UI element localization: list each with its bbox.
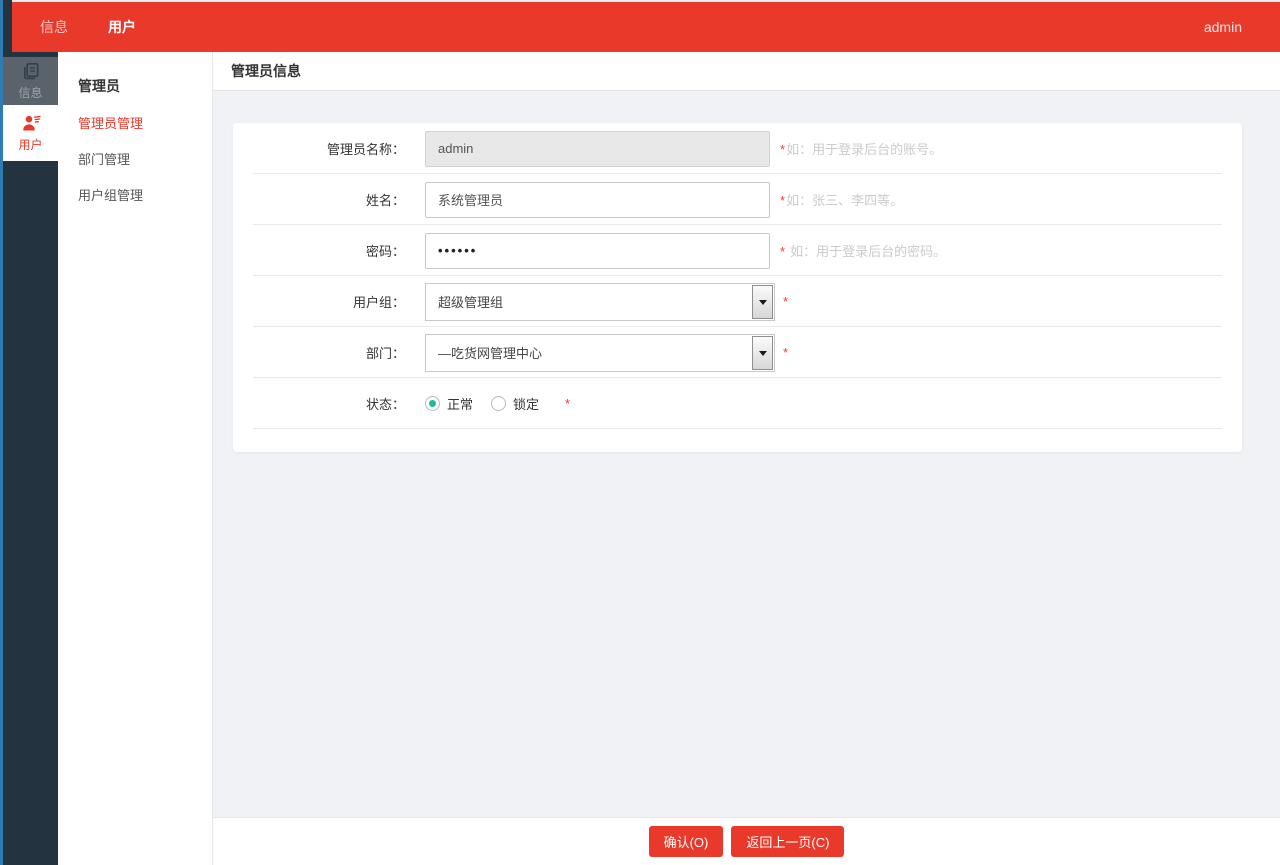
required-asterisk: * [780, 244, 785, 259]
radio-status-locked-label[interactable]: 锁定 [513, 394, 539, 413]
page-title: 管理员信息 [213, 52, 1280, 91]
required-asterisk: * [780, 142, 785, 157]
form-row-admin-name: 管理员名称： *如：用于登录后台的账号。 [233, 123, 1242, 174]
admin-name-hint: *如：用于登录后台的账号。 [780, 139, 942, 158]
required-asterisk: * [783, 294, 788, 309]
submenu-sidebar: 管理员 管理员管理 部门管理 用户组管理 [58, 52, 213, 865]
sidebar-rail: 信息 用户 [0, 0, 58, 865]
topbar: 信息 用户 admin [12, 0, 1280, 52]
department-select[interactable]: —吃货网管理中心 [425, 334, 775, 372]
admin-info-form-card: 管理员名称： *如：用于登录后台的账号。 姓名： *如：张三、李四等。 密码： … [233, 123, 1242, 452]
sidebar-item-label: 用户 [18, 136, 42, 153]
user-group-selected-value: 超级管理组 [426, 292, 503, 311]
main-panel: 管理员信息 管理员名称： *如：用于登录后台的账号。 姓名： *如：张三、李四等… [213, 52, 1280, 865]
real-name-hint: *如：张三、李四等。 [780, 190, 903, 209]
dropdown-arrow-icon[interactable] [752, 336, 773, 370]
dropdown-arrow-icon[interactable] [752, 285, 773, 319]
form-footer-bar: 确认(O) 返回上一页(C) [213, 817, 1280, 865]
content-area: 管理员名称： *如：用于登录后台的账号。 姓名： *如：张三、李四等。 密码： … [213, 91, 1280, 817]
password-field[interactable] [425, 233, 770, 269]
topbar-nav: 信息 用户 [12, 2, 1280, 52]
form-row-password: 密码： * 如：用于登录后台的密码。 [233, 225, 1242, 276]
sidebar-item-info[interactable]: 信息 [3, 57, 58, 105]
submenu-item-admin-manage[interactable]: 管理员管理 [78, 113, 212, 132]
topbar-tab-info[interactable]: 信息 [40, 17, 68, 37]
radio-status-normal-label[interactable]: 正常 [447, 394, 473, 413]
user-group-label: 用户组： [233, 292, 425, 311]
status-radio-group: 正常 锁定 [425, 394, 557, 413]
hint-text: 如：用于登录后台的账号。 [786, 142, 942, 157]
form-row-user-group: 用户组： 超级管理组 * [233, 276, 1242, 327]
sidebar-rail-items: 信息 用户 [3, 57, 58, 161]
user-icon [20, 113, 42, 133]
window-left-edge [0, 0, 3, 865]
department-label: 部门： [233, 343, 425, 362]
form-row-real-name: 姓名： *如：张三、李四等。 [233, 174, 1242, 225]
admin-name-field [425, 131, 770, 167]
app-root: 信息 用户 信息 用户 admin 管理员 管理员管理 部门管理 用户组管理 [0, 0, 1280, 865]
sidebar-item-label: 信息 [18, 84, 42, 101]
required-asterisk: * [780, 193, 785, 208]
password-hint: * 如：用于登录后台的密码。 [780, 241, 946, 260]
copy-icon [21, 61, 41, 81]
department-selected-value: —吃货网管理中心 [426, 343, 542, 362]
password-label: 密码： [233, 241, 425, 260]
radio-status-locked[interactable] [491, 396, 506, 411]
real-name-label: 姓名： [233, 190, 425, 209]
required-asterisk: * [565, 396, 570, 411]
submenu-item-department-manage[interactable]: 部门管理 [78, 149, 212, 168]
hint-text: 如：张三、李四等。 [786, 193, 903, 208]
status-label: 状态： [233, 394, 425, 413]
form-row-status: 状态： 正常 锁定 * [233, 378, 1242, 429]
submenu-item-usergroup-manage[interactable]: 用户组管理 [78, 185, 212, 204]
confirm-button[interactable]: 确认(O) [649, 826, 724, 857]
required-asterisk: * [783, 345, 788, 360]
radio-status-normal[interactable] [425, 396, 440, 411]
submenu-heading: 管理员 [78, 76, 212, 96]
topbar-username[interactable]: admin [1204, 2, 1242, 52]
user-group-select[interactable]: 超级管理组 [425, 283, 775, 321]
sidebar-item-user[interactable]: 用户 [3, 105, 58, 161]
back-button[interactable]: 返回上一页(C) [731, 826, 844, 857]
topbar-tab-user[interactable]: 用户 [108, 17, 136, 37]
real-name-field[interactable] [425, 182, 770, 218]
form-row-department: 部门： —吃货网管理中心 * [233, 327, 1242, 378]
admin-name-label: 管理员名称： [233, 139, 425, 158]
hint-text: 如：用于登录后台的密码。 [790, 244, 946, 259]
